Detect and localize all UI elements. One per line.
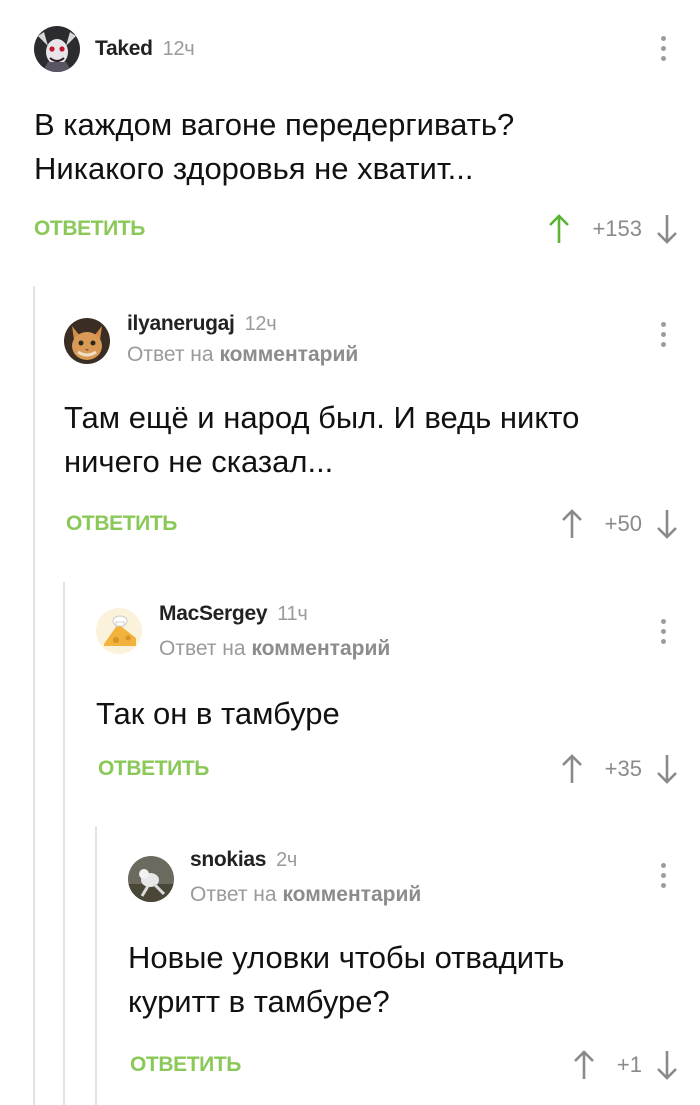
comment: MacSergey 11ч Ответ на комментарий Так он… — [96, 602, 700, 802]
reply-to-label: Ответ на комментарий — [190, 883, 421, 907]
author-label[interactable]: ilyanerugaj — [127, 312, 235, 335]
parent-comment-link[interactable]: комментарий — [251, 637, 390, 660]
upvote-arrow-icon[interactable] — [561, 753, 583, 785]
parent-comment-link[interactable]: комментарий — [219, 343, 358, 366]
avatar[interactable] — [34, 26, 80, 72]
vote-score: +50 — [604, 511, 642, 536]
vote-controls: +1 — [573, 1047, 678, 1083]
vote-controls: +50 — [561, 506, 678, 542]
comment-text-line: В каждом вагоне передергивать? — [34, 107, 515, 142]
comment-text-line: Так он в тамбуре — [96, 696, 340, 731]
author-label[interactable]: Taked — [95, 37, 153, 60]
more-options-icon[interactable] — [658, 619, 668, 649]
photo-avatar-icon — [128, 856, 174, 902]
comment: Taked 12ч В каждом вагоне передергивать? … — [34, 24, 700, 264]
downvote-arrow-icon[interactable] — [656, 508, 678, 540]
timestamp: 12ч — [244, 313, 277, 335]
timestamp: 12ч — [162, 38, 195, 60]
comment-text-line: ничего не сказал... — [64, 444, 334, 479]
downvote-arrow-icon[interactable] — [656, 213, 678, 245]
avatar[interactable] — [128, 856, 174, 902]
upvote-arrow-icon[interactable] — [573, 1049, 595, 1081]
upvote-arrow-icon[interactable] — [561, 508, 583, 540]
reply-button[interactable]: ОТВЕТИТЬ — [66, 512, 177, 536]
upvote-arrow-icon[interactable] — [548, 213, 570, 245]
comment-text: В каждом вагоне передергивать? Никакого … — [34, 103, 670, 191]
avatar[interactable] — [96, 608, 142, 654]
cat-avatar-icon — [64, 318, 110, 364]
thread-line-level-3 — [95, 826, 97, 1105]
vote-score: +153 — [592, 216, 642, 241]
reply-to-label: Ответ на комментарий — [159, 637, 390, 661]
reply-button[interactable]: ОТВЕТИТЬ — [34, 217, 145, 241]
reply-button[interactable]: ОТВЕТИТЬ — [130, 1053, 241, 1077]
reply-to-prefix: Ответ на — [190, 883, 277, 906]
more-options-icon[interactable] — [658, 863, 668, 893]
author-name[interactable]: ilyanerugaj 12ч — [127, 312, 277, 336]
parent-comment-link[interactable]: комментарий — [282, 883, 421, 906]
demon-avatar-icon — [34, 26, 80, 72]
cheese-chef-avatar-icon — [96, 608, 142, 654]
reply-to-label: Ответ на комментарий — [127, 343, 358, 367]
downvote-arrow-icon[interactable] — [656, 753, 678, 785]
author-label[interactable]: MacSergey — [159, 602, 268, 625]
author-label[interactable]: snokias — [190, 848, 266, 871]
downvote-arrow-icon[interactable] — [656, 1049, 678, 1081]
comment: snokias 2ч Ответ на комментарий Новые уло… — [128, 848, 700, 1098]
timestamp: 11ч — [277, 603, 308, 625]
vote-controls: +153 — [548, 211, 678, 247]
comment: ilyanerugaj 12ч Ответ на комментарий Там … — [64, 312, 700, 552]
comment-text: Так он в тамбуре — [96, 692, 670, 736]
thread-line-level-1 — [33, 286, 35, 1105]
author-name[interactable]: snokias 2ч — [190, 848, 297, 872]
thread-line-level-2 — [63, 582, 65, 1105]
comment-text: Там ещё и народ был. И ведь никто ничего… — [64, 396, 670, 484]
comment-text-line: Новые уловки чтобы отвадить — [128, 940, 565, 975]
vote-score: +1 — [616, 1052, 642, 1077]
more-options-icon[interactable] — [658, 36, 668, 66]
comment-text: Новые уловки чтобы отвадить куритт в там… — [128, 936, 670, 1024]
comment-text-line: куритт в тамбуре? — [128, 984, 390, 1019]
reply-to-prefix: Ответ на — [127, 343, 214, 366]
vote-controls: +35 — [561, 751, 678, 787]
reply-to-prefix: Ответ на — [159, 637, 246, 660]
comment-text-line: Никакого здоровья не хватит... — [34, 151, 474, 186]
comment-text-line: Там ещё и народ был. И ведь никто — [64, 400, 580, 435]
timestamp: 2ч — [276, 849, 298, 871]
vote-score: +35 — [604, 756, 642, 781]
author-name[interactable]: MacSergey 11ч — [159, 602, 308, 626]
reply-button[interactable]: ОТВЕТИТЬ — [98, 757, 209, 781]
author-name[interactable]: Taked 12ч — [95, 37, 195, 61]
avatar[interactable] — [64, 318, 110, 364]
more-options-icon[interactable] — [658, 322, 668, 352]
